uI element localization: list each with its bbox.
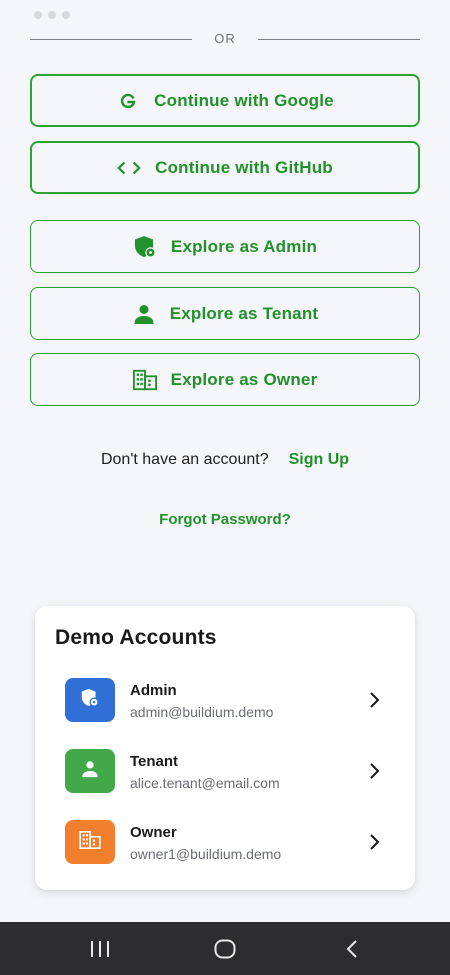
building-icon xyxy=(79,830,101,854)
admin-avatar xyxy=(65,678,115,722)
or-divider: OR xyxy=(30,29,420,49)
owner-button-label: Explore as Owner xyxy=(170,369,318,389)
shield-icon xyxy=(133,235,157,259)
system-navigation-bar xyxy=(0,922,450,975)
shield-icon xyxy=(79,687,101,714)
account-email: owner1@buildium.demo xyxy=(130,846,282,862)
account-name: Tenant xyxy=(130,753,179,770)
back-icon[interactable] xyxy=(340,936,364,962)
github-button-label: Continue with GitHub xyxy=(155,157,333,177)
recent-apps-icon[interactable] xyxy=(88,936,112,962)
person-icon xyxy=(132,302,156,326)
account-email: alice.tenant@email.com xyxy=(130,775,280,791)
demo-account-tenant[interactable]: Tenant alice.tenant@email.com xyxy=(35,741,415,801)
google-g-icon xyxy=(116,89,140,113)
chevron-right-icon xyxy=(363,689,385,711)
account-name: Owner xyxy=(130,824,177,841)
divider-line-right xyxy=(257,38,420,40)
forgot-password-link[interactable]: Forgot Password? xyxy=(0,511,450,528)
code-icon xyxy=(117,156,141,180)
google-button-label: Continue with Google xyxy=(154,90,334,110)
account-email: admin@buildium.demo xyxy=(130,704,274,720)
admin-button-label: Explore as Admin xyxy=(170,236,318,256)
divider-line-left xyxy=(30,38,193,40)
tenant-button-label: Explore as Tenant xyxy=(169,303,319,323)
demo-account-owner[interactable]: Owner owner1@buildium.demo xyxy=(35,812,415,872)
explore-as-tenant-button[interactable]: Explore as Tenant xyxy=(30,287,420,340)
demo-account-admin[interactable]: Admin admin@buildium.demo xyxy=(35,670,415,730)
demo-accounts-title: Demo Accounts xyxy=(55,626,217,649)
sign-up-link[interactable]: Sign Up xyxy=(289,451,349,469)
building-icon xyxy=(132,368,157,392)
or-label: OR xyxy=(214,30,236,46)
signup-question: Don't have an account? xyxy=(100,451,269,468)
demo-accounts-card: Demo Accounts Admin admin@buildium.demo xyxy=(35,606,415,890)
chevron-right-icon xyxy=(363,760,385,782)
status-bar xyxy=(0,0,450,30)
continue-with-github-button[interactable]: Continue with GitHub xyxy=(30,141,420,194)
home-icon[interactable] xyxy=(212,936,238,962)
status-icons xyxy=(34,8,76,22)
owner-avatar xyxy=(65,820,115,864)
explore-as-admin-button[interactable]: Explore as Admin xyxy=(30,220,420,273)
account-name: Admin xyxy=(130,682,177,699)
explore-as-owner-button[interactable]: Explore as Owner xyxy=(30,353,420,406)
signup-row: Don't have an account? Sign Up xyxy=(0,448,450,472)
person-icon xyxy=(80,759,100,784)
continue-with-google-button[interactable]: Continue with Google xyxy=(30,74,420,127)
chevron-right-icon xyxy=(363,831,385,853)
tenant-avatar xyxy=(65,749,115,793)
